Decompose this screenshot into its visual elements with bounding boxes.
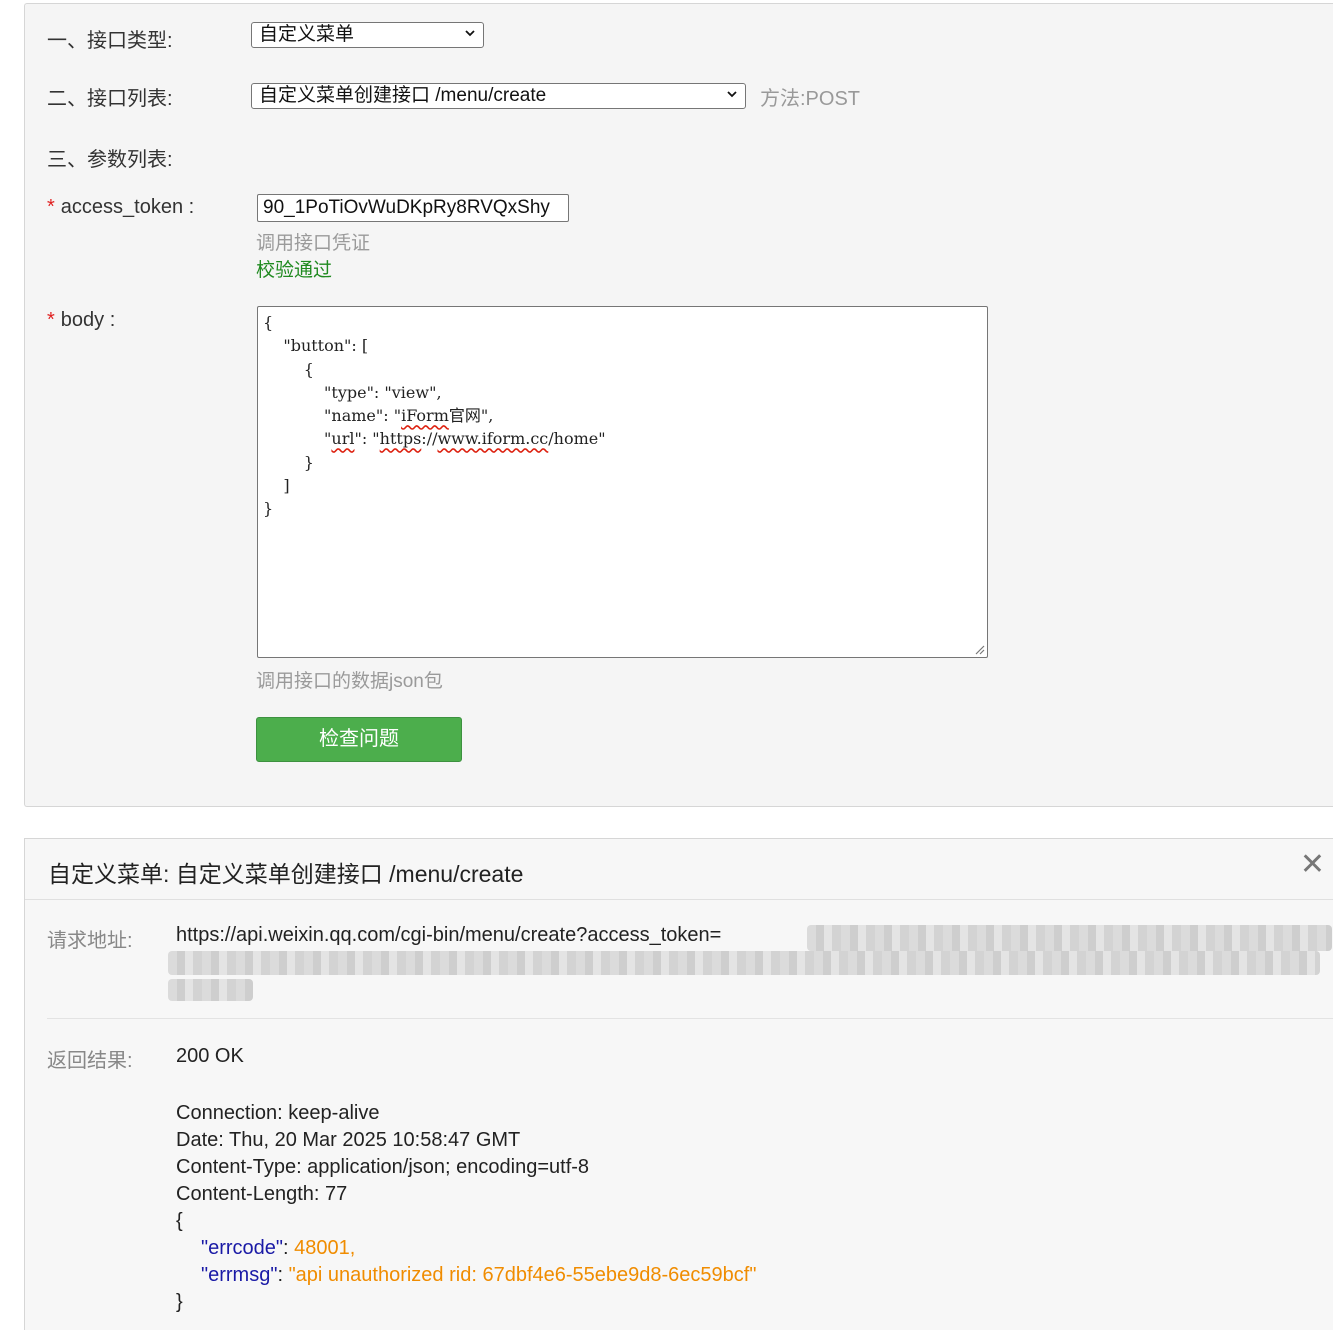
divider — [47, 1018, 1333, 1019]
access-token-input[interactable]: 90_1PoTiOvWuDKpRy8RVQxShy — [257, 194, 569, 222]
access-token-hint: 调用接口凭证 — [256, 233, 371, 254]
access-token-label-text: access_token : — [60, 196, 195, 218]
interface-type-select[interactable]: 自定义菜单 — [251, 22, 484, 48]
method-text: 方法:POST — [760, 88, 861, 110]
access-token-status: 校验通过 — [256, 260, 333, 281]
response-json-close: } — [176, 1291, 183, 1313]
request-url-label: 请求地址: — [47, 930, 133, 952]
body-label: * body : — [47, 309, 115, 332]
interface-list-select[interactable]: 自定义菜单创建接口 /menu/create — [251, 83, 746, 109]
param-list-label: 三、参数列表: — [47, 149, 173, 171]
errcode-line: "errcode": 48001, — [201, 1237, 356, 1259]
chevron-down-icon — [465, 30, 475, 37]
check-problem-button[interactable]: 检查问题 — [256, 717, 462, 762]
access-token-label: * access_token : — [47, 196, 194, 219]
interface-list-label: 二、接口列表: — [47, 88, 173, 110]
close-icon[interactable]: ✕ — [1300, 847, 1325, 882]
result-title: 自定义菜单: 自定义菜单创建接口 /menu/create — [48, 861, 524, 887]
required-mark: * — [47, 196, 55, 218]
api-form-panel: 一、接口类型: 自定义菜单 二、接口列表: 自定义菜单创建接口 /menu/cr… — [24, 3, 1333, 807]
request-url: https://api.weixin.qq.com/cgi-bin/menu/c… — [176, 924, 722, 946]
interface-list-selected: 自定义菜单创建接口 /menu/create — [259, 85, 547, 106]
chevron-down-icon — [727, 91, 737, 98]
body-json-text: { "button": [ { "type": "view", "name": … — [263, 313, 606, 519]
errmsg-line: "errmsg": "api unauthorized rid: 67dbf4e… — [201, 1264, 757, 1286]
divider — [25, 899, 1333, 900]
required-mark: * — [47, 309, 55, 331]
response-json-open: { — [176, 1210, 183, 1232]
body-textarea[interactable]: { "button": [ { "type": "view", "name": … — [257, 306, 988, 658]
body-hint: 调用接口的数据json包 — [256, 671, 443, 692]
result-panel: 自定义菜单: 自定义菜单创建接口 /menu/create ✕ 请求地址: ht… — [24, 838, 1333, 1330]
interface-type-label: 一、接口类型: — [47, 30, 173, 52]
redacted-token — [168, 979, 253, 1001]
redacted-token — [807, 925, 1332, 951]
response-headers: Connection: keep-alive Date: Thu, 20 Mar… — [176, 1102, 590, 1205]
interface-type-selected: 自定义菜单 — [259, 24, 355, 45]
return-result-label: 返回结果: — [47, 1050, 133, 1072]
status-line: 200 OK — [176, 1045, 244, 1067]
body-label-text: body : — [60, 309, 116, 331]
redacted-token — [168, 951, 1320, 975]
resize-grip-icon[interactable] — [975, 645, 985, 655]
